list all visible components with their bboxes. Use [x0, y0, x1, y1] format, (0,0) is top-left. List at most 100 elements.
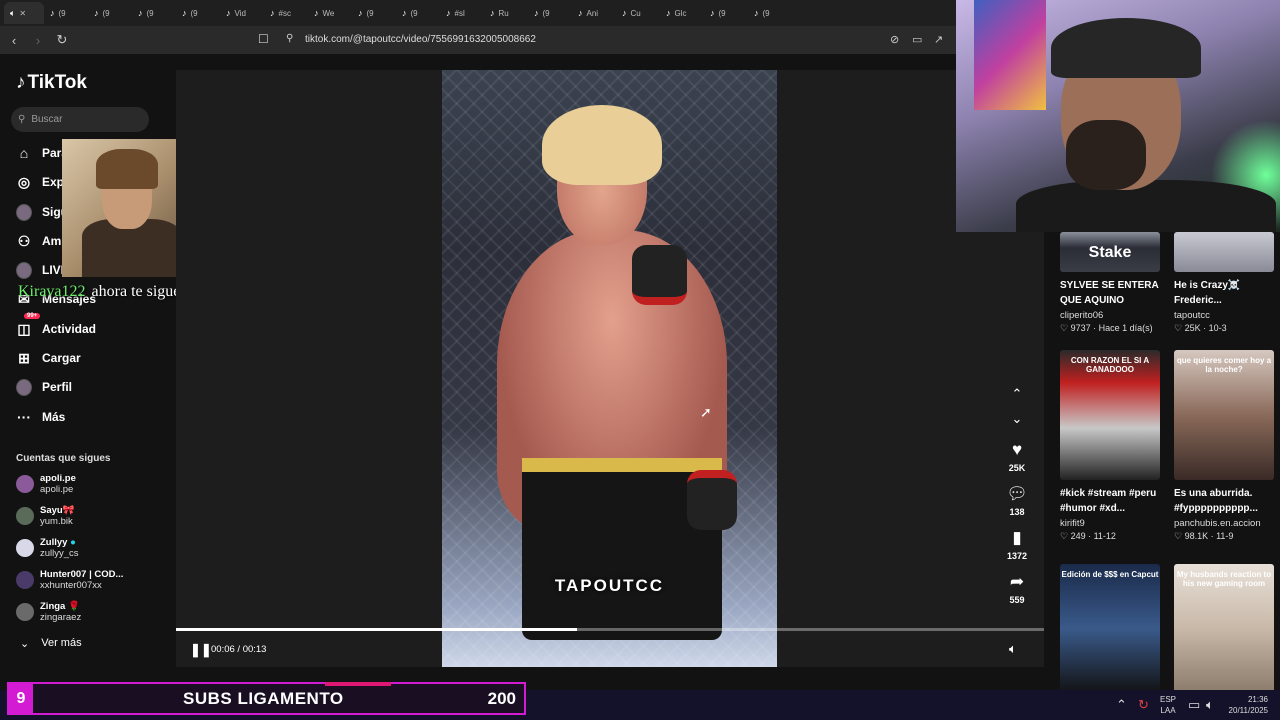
reload-icon[interactable]: ↻: [52, 32, 72, 48]
network-icon[interactable]: ▭: [1188, 697, 1200, 713]
nav-item-para[interactable]: ⌂ Para: [16, 145, 68, 161]
audio-icon: 🔈︎: [10, 7, 16, 18]
browser-tab[interactable]: ♪ #sc: [264, 2, 308, 24]
nav-item-ami[interactable]: ⚇ Ami: [16, 233, 65, 249]
followed-account[interactable]: Zullyy ● zullyy_cs: [16, 537, 79, 559]
tiktok-tab-icon: ♪: [314, 8, 319, 18]
browser-tab[interactable]: ♪ Glc: [660, 2, 704, 24]
clock[interactable]: 21:36 20/11/2025: [1228, 694, 1268, 716]
followed-account[interactable]: Hunter007 | COD... xxhunter007xx: [16, 569, 123, 591]
share-button[interactable]: ➦ 559: [1002, 572, 1032, 606]
video-caption: Es una aburrida. #fypppppppppp...: [1174, 488, 1258, 514]
address-bar: ‹ › ↻ ☐ ⚲ tiktok.com/@tapoutcc/video/755…: [0, 26, 960, 54]
pause-icon[interactable]: ❚❚: [190, 642, 212, 658]
followed-account[interactable]: Sayu🎀 yum.bik: [16, 505, 75, 527]
screen-icon[interactable]: ▭: [912, 33, 922, 46]
subs-goal-banner: 9 SUBS LIGAMENTO 200: [7, 682, 526, 715]
video-frame[interactable]: TAPOUTCC: [442, 70, 777, 667]
profile-icon: [16, 378, 32, 396]
video-thumbnail: CON RAZON EL SI A GANADOOO: [1060, 350, 1160, 480]
browser-tab[interactable]: ♪ (9: [176, 2, 220, 24]
search-input[interactable]: ⚲ Buscar: [11, 107, 149, 132]
nav-item-sigu[interactable]: Sigu: [16, 203, 68, 221]
banner-title: SUBS LIGAMENTO: [183, 688, 344, 708]
activity-icon: ◫: [17, 320, 31, 337]
recommended-video-card[interactable]: Edición de $$$ en Capcut: [1060, 564, 1162, 690]
browser-tab[interactable]: ♪ (9: [88, 2, 132, 24]
friends-icon: ⚇: [17, 232, 31, 249]
video-author: cliperito06: [1060, 310, 1104, 321]
tiktok-tab-icon: ♪: [534, 8, 539, 18]
browser-tab[interactable]: ♪ (9: [704, 2, 748, 24]
browser-tab[interactable]: ♪ We: [308, 2, 352, 24]
banner-number: 9: [9, 684, 33, 713]
save-button[interactable]: ▮ 1372: [1002, 528, 1032, 562]
avatar: [16, 571, 34, 589]
tiktok-tab-icon: ♪: [402, 8, 407, 18]
comment-icon: 💬︎: [1006, 484, 1028, 503]
see-more-button[interactable]: ⌄ Ver más: [20, 637, 82, 650]
following-title: Cuentas que sigues: [16, 453, 111, 464]
video-thumbnail: Edición de $$$ en Capcut: [1060, 564, 1160, 690]
followed-account[interactable]: apoli.pe apoli.pe: [16, 473, 76, 495]
tiktok-logo[interactable]: ♪ TikTok: [16, 72, 87, 94]
video-author: kirifit9: [1060, 518, 1085, 529]
video-thumbnail: My husbands reaction to his new gaming r…: [1174, 564, 1274, 690]
nav-item-más[interactable]: ··· Más: [16, 409, 65, 425]
back-icon[interactable]: ‹: [4, 33, 24, 48]
volume-icon[interactable]: 🔈︎: [1009, 641, 1017, 657]
browser-tab[interactable]: ♪ Ru: [484, 2, 528, 24]
browser-tab[interactable]: ♪ (9: [352, 2, 396, 24]
video-thumbnail: que quieres comer hoy a la noche?: [1174, 350, 1274, 480]
nav-item-exp[interactable]: ◎ Exp: [16, 174, 64, 190]
browser-tab[interactable]: ♪ Cu: [616, 2, 660, 24]
recommended-video-card[interactable]: He is Crazy☠️ Frederic... tapoutcc ♡ 25K ·…: [1174, 232, 1276, 334]
nav-item-actividad[interactable]: ◫ Actividad 99+: [16, 313, 96, 337]
recommended-video-card[interactable]: CON RAZON EL SI A GANADOOO #kick #stream …: [1060, 350, 1162, 542]
followed-account[interactable]: Zinga 🌹 zingaraez: [16, 601, 81, 623]
tiktok-tab-icon: ♪: [182, 8, 187, 18]
browser-tab[interactable]: ♪ #sl: [440, 2, 484, 24]
speaker-icon[interactable]: 🔈︎: [1206, 697, 1214, 713]
browser-tab-active[interactable]: 🔈︎ ✕: [4, 2, 44, 24]
share-arrow-icon: ➦: [1009, 572, 1025, 591]
tiktok-tab-icon: ♪: [50, 8, 55, 18]
browser-tab[interactable]: ♪ (9: [396, 2, 440, 24]
tiktok-logo-icon: ♪: [16, 72, 26, 93]
site-info-icon[interactable]: ⚲: [286, 33, 293, 44]
video-progress-bar[interactable]: [176, 628, 1044, 631]
sync-icon[interactable]: ↻: [1138, 697, 1149, 713]
browser-tab[interactable]: ♪ (9: [132, 2, 176, 24]
browser-tab[interactable]: ♪ Ani: [572, 2, 616, 24]
close-tab-icon[interactable]: ✕: [19, 9, 26, 18]
nav-item-live[interactable]: LIVE: [16, 261, 69, 279]
forward-icon[interactable]: ›: [28, 33, 48, 48]
recommended-video-card[interactable]: My husbands reaction to his new gaming r…: [1174, 564, 1276, 690]
banner-count: 200: [487, 688, 516, 708]
browser-tab[interactable]: ♪ Vid: [220, 2, 264, 24]
no-tracking-icon[interactable]: ⊘: [890, 33, 899, 46]
heart-icon: ♥: [1011, 440, 1023, 459]
language-indicator[interactable]: ESP LAA: [1160, 694, 1176, 716]
avatar: [16, 603, 34, 621]
browser-tab[interactable]: ♪ (9: [528, 2, 572, 24]
browser-tab[interactable]: ♪ (9: [748, 2, 792, 24]
nav-item-perfil[interactable]: Perfil: [16, 378, 72, 396]
bookmark-save-icon: ▮: [1012, 528, 1022, 547]
url-field[interactable]: tiktok.com/@tapoutcc/video/7556991632005…: [305, 34, 536, 45]
nav-item-cargar[interactable]: ⊞ Cargar: [16, 350, 81, 366]
browser-tab[interactable]: ♪ (9: [44, 2, 88, 24]
share-icon[interactable]: ↗: [934, 33, 943, 46]
verified-icon: ●: [70, 537, 76, 548]
next-video-icon[interactable]: ⌄: [1009, 411, 1025, 427]
video-meta: ♡ 249 · 11-12: [1060, 531, 1116, 541]
recommended-video-card[interactable]: Stake SYLVEE SE ENTERA QUE AQUINO ENTR...…: [1060, 232, 1162, 334]
prev-video-icon[interactable]: ⌃: [1009, 386, 1025, 402]
recommended-video-card[interactable]: que quieres comer hoy a la noche? Es una …: [1174, 350, 1276, 542]
tray-chevron-icon[interactable]: ⌃: [1116, 697, 1127, 713]
comment-count: 138: [1009, 507, 1025, 517]
bookmark-icon[interactable]: ☐: [258, 32, 269, 46]
video-meta: ♡ 9737 · Hace 1 día(s): [1060, 323, 1153, 333]
like-button[interactable]: ♥ 25K: [1002, 440, 1032, 474]
comment-button[interactable]: 💬︎ 138: [1002, 484, 1032, 518]
